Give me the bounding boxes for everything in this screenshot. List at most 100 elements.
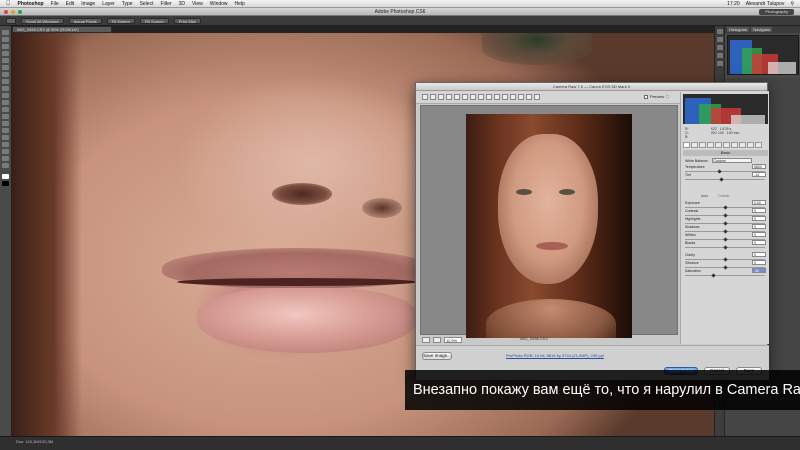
slider-value-field[interactable]: 0 — [752, 216, 766, 221]
crop-tool-icon[interactable] — [2, 58, 9, 63]
dodge-tool-icon[interactable] — [2, 121, 9, 126]
menu-help[interactable]: Help — [235, 1, 245, 7]
menu-image[interactable]: Image — [81, 1, 95, 7]
clone-stamp-tool-icon[interactable] — [2, 86, 9, 91]
healing-brush-tool-icon[interactable] — [2, 72, 9, 77]
path-select-tool-icon[interactable] — [2, 142, 9, 147]
zoom-out-button[interactable] — [422, 337, 430, 343]
scroll-all-windows-checkbox[interactable]: Scroll All Windows — [21, 17, 64, 24]
slider-value-field[interactable]: 0 — [752, 224, 766, 229]
tab-presets-icon[interactable] — [747, 142, 754, 148]
move-tool-icon[interactable] — [2, 30, 9, 35]
slider-value-field[interactable]: -14 — [752, 172, 766, 177]
slider-track[interactable] — [685, 275, 765, 276]
minimize-window-icon[interactable] — [11, 10, 15, 14]
menu-view[interactable]: View — [192, 1, 203, 7]
eyedropper-tool-icon[interactable] — [2, 65, 9, 70]
print-size-button[interactable]: Print Size — [173, 17, 201, 24]
preview-checkbox[interactable] — [644, 94, 648, 99]
rotate-right-icon[interactable] — [534, 94, 540, 100]
lasso-tool-icon[interactable] — [2, 44, 9, 49]
menu-filter[interactable]: Filter — [160, 1, 171, 7]
tab-lens-icon[interactable] — [723, 142, 730, 148]
crop-tool-icon[interactable] — [462, 94, 468, 100]
slider-value-field[interactable]: -30 — [752, 268, 766, 273]
shape-tool-icon[interactable] — [2, 149, 9, 154]
spot-removal-icon[interactable] — [478, 94, 484, 100]
slider-value-field[interactable]: 5800 — [752, 164, 766, 169]
workflow-options-link[interactable]: ProPhoto RGB; 16 bit; 5616 by 3744 (21,0… — [506, 353, 604, 358]
tab-split-toning-icon[interactable] — [715, 142, 722, 148]
tab-camera-calibration-icon[interactable] — [739, 142, 746, 148]
zoom-tool-icon[interactable] — [2, 163, 9, 168]
preferences-icon[interactable] — [518, 94, 524, 100]
slider-thumb[interactable] — [711, 273, 716, 278]
quick-select-tool-icon[interactable] — [2, 51, 9, 56]
zoom-in-button[interactable] — [433, 337, 441, 343]
brush-panel-icon[interactable] — [716, 53, 723, 58]
tab-effects-icon[interactable] — [731, 142, 738, 148]
close-window-icon[interactable] — [4, 10, 8, 14]
eraser-tool-icon[interactable] — [2, 100, 9, 105]
slider-tint[interactable]: Tint -14 — [685, 172, 768, 182]
targeted-adjustment-icon[interactable] — [454, 94, 460, 100]
white-balance-select[interactable]: Custom — [711, 158, 752, 163]
adjustment-brush-icon[interactable] — [494, 94, 500, 100]
hand-tool-icon[interactable] — [2, 156, 9, 161]
default-link[interactable]: Default — [718, 194, 729, 198]
marquee-tool-icon[interactable] — [2, 37, 9, 42]
gradient-tool-icon[interactable] — [2, 107, 9, 112]
menu-3d[interactable]: 3D — [179, 1, 185, 7]
type-tool-icon[interactable] — [2, 135, 9, 140]
tab-basic-icon[interactable] — [683, 142, 690, 148]
slider-saturation[interactable]: Saturation -30 — [685, 268, 768, 278]
slider-blacks[interactable]: Blacks 0 — [685, 240, 768, 250]
zoom-level-select[interactable]: 11.9% — [444, 337, 462, 343]
radial-filter-icon[interactable] — [510, 94, 516, 100]
apple-icon[interactable]:  — [6, 1, 11, 7]
foreground-color-swatch[interactable] — [2, 174, 9, 179]
document-tab[interactable]: IMG_0498.CR2 @ 50% (RGB/16*) — [12, 26, 112, 33]
slider-value-field[interactable]: 0 — [752, 208, 766, 213]
history-panel-icon[interactable] — [716, 29, 723, 34]
workspace-switcher[interactable]: Photography — [759, 9, 794, 15]
slider-value-field[interactable]: 0 — [752, 232, 766, 237]
brush-tool-icon[interactable] — [2, 79, 9, 84]
actual-pixels-button[interactable]: Actual Pixels — [68, 17, 102, 24]
menu-edit[interactable]: Edit — [66, 1, 75, 7]
slider-track[interactable] — [685, 179, 765, 180]
background-color-swatch[interactable] — [2, 181, 9, 186]
slider-value-field[interactable]: 0.00 — [752, 200, 766, 205]
fit-screen-button[interactable]: Fit Screen — [106, 17, 135, 24]
camera-raw-preview-area[interactable] — [420, 105, 678, 338]
tab-navigator[interactable]: Navigator — [751, 27, 773, 32]
fullscreen-icon[interactable]: ⛶ — [666, 94, 669, 99]
adjustments-panel-icon[interactable] — [716, 61, 723, 66]
history-brush-tool-icon[interactable] — [2, 93, 9, 98]
spotlight-icon[interactable]: ⚲ — [790, 1, 794, 7]
hand-tool-icon[interactable] — [6, 17, 16, 24]
tab-snapshots-icon[interactable] — [755, 142, 762, 148]
menu-app-name[interactable]: Photoshop — [18, 1, 44, 7]
tab-hsl-icon[interactable] — [707, 142, 714, 148]
slider-value-field[interactable]: 0 — [752, 260, 766, 265]
menu-type[interactable]: Type — [122, 1, 133, 7]
auto-link[interactable]: Auto — [701, 194, 708, 198]
save-image-button[interactable]: Save Image... — [422, 352, 452, 360]
hand-tool-icon[interactable] — [430, 94, 436, 100]
tab-tone-curve-icon[interactable] — [691, 142, 698, 148]
slider-thumb[interactable] — [719, 177, 724, 182]
menu-layer[interactable]: Layer — [102, 1, 115, 7]
zoom-tool-icon[interactable] — [422, 94, 428, 100]
fill-screen-button[interactable]: Fill Screen — [139, 17, 169, 24]
straighten-tool-icon[interactable] — [470, 94, 476, 100]
info-panel-icon[interactable] — [716, 45, 723, 50]
tab-detail-icon[interactable] — [699, 142, 706, 148]
menu-window[interactable]: Window — [210, 1, 228, 7]
slider-value-field[interactable]: 0 — [752, 252, 766, 257]
blur-tool-icon[interactable] — [2, 114, 9, 119]
user-name[interactable]: Alexandr Tulupov — [746, 1, 785, 7]
white-balance-tool-icon[interactable] — [438, 94, 444, 100]
pen-tool-icon[interactable] — [2, 128, 9, 133]
tab-histogram[interactable]: Histogram — [727, 27, 750, 32]
